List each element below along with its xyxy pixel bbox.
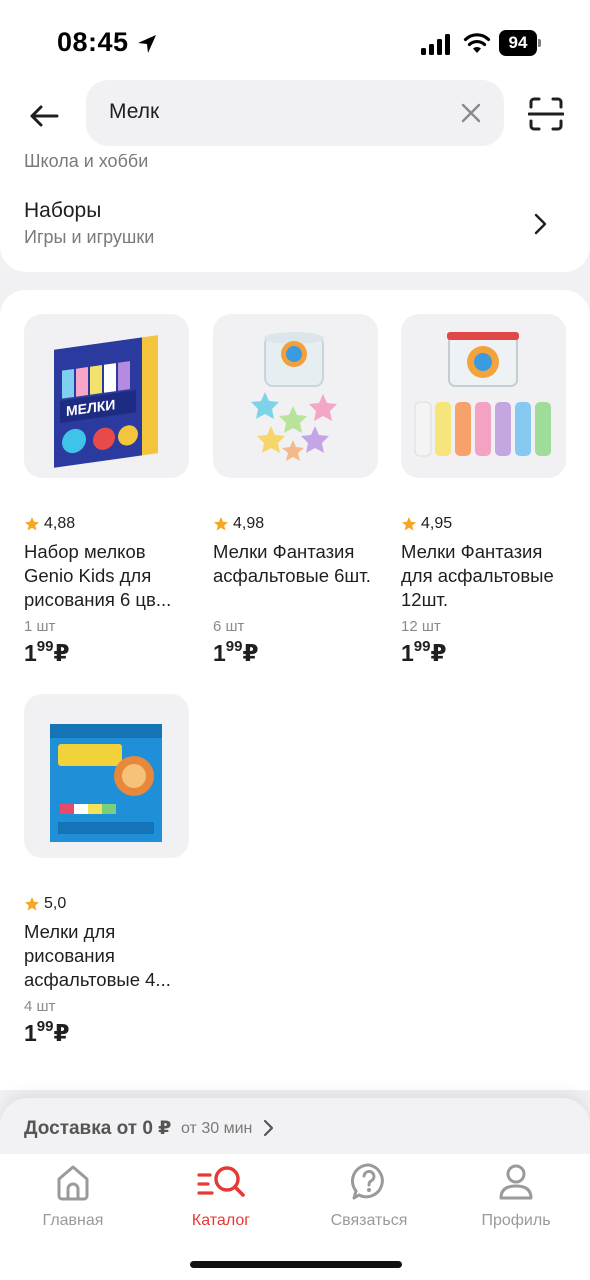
price-main: 1 bbox=[24, 1020, 37, 1046]
product-price: 199₽ bbox=[213, 638, 259, 667]
rating: 4,95 bbox=[401, 515, 452, 533]
product-quantity: 6 шт bbox=[213, 618, 245, 635]
category-card-sets[interactable]: Школа и хобби Наборы Игры и игрушки bbox=[0, 154, 590, 272]
rating-value: 4,98 bbox=[233, 515, 265, 532]
rating-value: 5,0 bbox=[44, 895, 67, 912]
search-input[interactable]: Мелк bbox=[109, 100, 159, 124]
tab-label: Каталог bbox=[191, 1212, 251, 1229]
product-name[interactable]: Мелки Фантазия для асфальтовые 12шт. bbox=[401, 540, 566, 612]
delivery-cost: Доставка от 0 ₽ bbox=[24, 1118, 172, 1139]
currency: ₽ bbox=[53, 1020, 70, 1046]
product-name[interactable]: Мелки для рисования асфальтовые 4... bbox=[24, 920, 189, 992]
price-main: 1 bbox=[213, 640, 226, 666]
currency: ₽ bbox=[430, 640, 447, 666]
tab-label: Связаться bbox=[330, 1212, 408, 1229]
rating: 4,98 bbox=[213, 515, 264, 533]
product-grid: МЕЛКИ 4,88 Набор мелков Genio Kids для р… bbox=[0, 290, 590, 1090]
category-title: Наборы bbox=[24, 199, 102, 222]
help-icon bbox=[351, 1163, 384, 1200]
product-price: 199₽ bbox=[24, 638, 70, 667]
price-cents: 99 bbox=[225, 638, 243, 655]
previous-category-label: Школа и хобби bbox=[24, 154, 149, 171]
star-icon bbox=[25, 897, 39, 911]
product-image[interactable] bbox=[401, 314, 566, 478]
clear-search-icon[interactable] bbox=[459, 101, 483, 125]
price-main: 1 bbox=[401, 640, 414, 666]
currency: ₽ bbox=[242, 640, 259, 666]
tab-catalog[interactable]: Каталог bbox=[166, 1162, 276, 1234]
price-cents: 99 bbox=[413, 638, 431, 655]
product-card[interactable]: МЕЛКИ 4,88 Набор мелков Genio Kids для р… bbox=[24, 314, 189, 666]
chevron-right-icon bbox=[534, 213, 547, 235]
profile-icon bbox=[499, 1164, 533, 1200]
arrow-left-icon bbox=[30, 105, 59, 127]
star-icon bbox=[214, 517, 228, 531]
delivery-time: от 30 мин bbox=[181, 1120, 253, 1137]
home-indicator[interactable] bbox=[190, 1261, 402, 1268]
wifi-icon bbox=[463, 33, 491, 53]
product-quantity: 4 шт bbox=[24, 998, 56, 1015]
battery-indicator: 94 bbox=[499, 30, 541, 56]
price-cents: 99 bbox=[36, 638, 54, 655]
battery-cap bbox=[538, 39, 541, 47]
product-image[interactable]: МЕЛКИ bbox=[24, 314, 189, 478]
back-button[interactable] bbox=[22, 94, 66, 138]
product-card[interactable]: 4,95 Мелки Фантазия для асфальтовые 12шт… bbox=[401, 314, 566, 666]
catalog-search-icon bbox=[197, 1166, 245, 1197]
product-card[interactable]: 5,0 Мелки для рисования асфальтовые 4...… bbox=[24, 694, 189, 1046]
currency: ₽ bbox=[53, 640, 70, 666]
product-name[interactable]: Набор мелков Genio Kids для рисования 6 … bbox=[24, 540, 189, 612]
category-subtitle: Игры и игрушки bbox=[24, 227, 155, 247]
star-icon bbox=[402, 517, 416, 531]
rating: 5,0 bbox=[24, 895, 66, 913]
search-header: Мелк bbox=[0, 80, 590, 154]
product-quantity: 12 шт bbox=[401, 618, 441, 635]
scan-barcode-icon[interactable] bbox=[528, 96, 564, 132]
tab-home[interactable]: Главная bbox=[18, 1162, 128, 1234]
rating-value: 4,95 bbox=[421, 515, 453, 532]
product-card[interactable]: 4,98 Мелки Фантазия асфальтовые 6шт. 6 ш… bbox=[213, 314, 378, 666]
star-icon bbox=[25, 517, 39, 531]
rating-value: 4,88 bbox=[44, 515, 76, 532]
search-field[interactable]: Мелк bbox=[86, 80, 504, 146]
product-image[interactable] bbox=[24, 694, 189, 858]
product-price: 199₽ bbox=[401, 638, 447, 667]
location-arrow-icon bbox=[138, 35, 156, 53]
cellular-signal-icon bbox=[421, 34, 450, 55]
product-image[interactable] bbox=[213, 314, 378, 478]
status-bar: 08:45 94 bbox=[0, 0, 590, 80]
tab-contact[interactable]: Связаться bbox=[314, 1162, 424, 1234]
battery-level: 94 bbox=[499, 30, 537, 56]
product-name[interactable]: Мелки Фантазия асфальтовые 6шт. bbox=[213, 540, 378, 588]
tab-profile[interactable]: Профиль bbox=[461, 1162, 571, 1234]
product-price: 199₽ bbox=[24, 1018, 70, 1047]
price-cents: 99 bbox=[36, 1018, 54, 1035]
tab-label: Профиль bbox=[481, 1212, 551, 1229]
status-time: 08:45 bbox=[57, 27, 129, 57]
chevron-right-icon bbox=[263, 1119, 274, 1137]
tab-label: Главная bbox=[42, 1212, 104, 1229]
product-quantity: 1 шт bbox=[24, 618, 56, 635]
rating: 4,88 bbox=[24, 515, 75, 533]
price-main: 1 bbox=[24, 640, 37, 666]
home-icon bbox=[57, 1165, 89, 1201]
